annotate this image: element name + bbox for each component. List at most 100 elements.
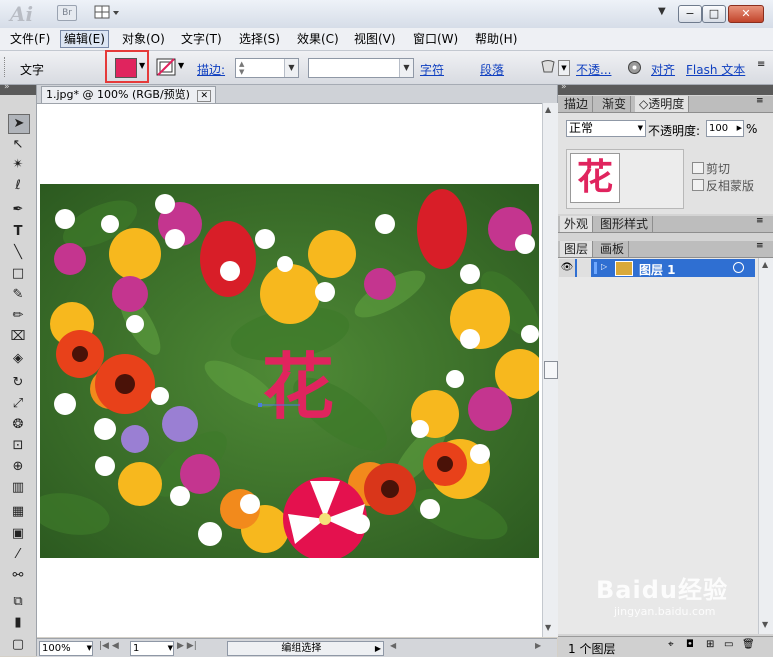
artboard-nav-next-last-icon[interactable]: ▶ ▶|	[177, 641, 197, 651]
document-tab[interactable]: 1.jpg* @ 100% (RGB/预览) ✕	[41, 86, 217, 103]
stroke-weight-select[interactable]: ▲ ▼ ▼	[235, 58, 299, 78]
menu-edit[interactable]: 编辑(E)	[60, 30, 109, 48]
close-document-icon[interactable]: ✕	[197, 90, 212, 102]
stroke-dropdown-icon[interactable]: ▼	[178, 61, 184, 70]
scroll-down-icon[interactable]: ▼	[545, 623, 551, 632]
tab-artboards[interactable]: 画板	[596, 241, 630, 257]
artboard-nav-first-prev-icon[interactable]: |◀ ◀	[99, 641, 119, 651]
tab-stroke[interactable]: 描边	[560, 96, 594, 112]
eraser-tool-icon[interactable]: ◈	[8, 350, 28, 368]
flower-artwork-image[interactable]: 花	[40, 184, 539, 558]
direct-selection-tool-icon[interactable]: ↖	[8, 136, 28, 154]
lock-toggle[interactable]	[577, 259, 591, 277]
gradient-tool-icon[interactable]: ▣	[8, 525, 28, 543]
stroke-label[interactable]: 描边:	[197, 61, 225, 78]
mask-thumbnail[interactable]: 花	[570, 153, 620, 203]
tab-layers[interactable]: 图层	[560, 241, 594, 257]
minimize-button[interactable]: −	[678, 5, 702, 23]
layer-row[interactable]: 👁 ▷ 图层 1	[559, 259, 755, 278]
paragraph-link[interactable]: 段落	[480, 61, 504, 78]
paintbrush-tool-icon[interactable]: ✎	[8, 286, 28, 304]
layer-name[interactable]: 图层 1	[639, 261, 676, 278]
tab-graphic-styles[interactable]: 图形样式	[596, 216, 654, 232]
panel-menu-icon[interactable]: ≡	[756, 96, 764, 106]
line-tool-icon[interactable]: ╲	[8, 244, 28, 262]
blend-mode-select[interactable]: 正常 ▼	[566, 120, 646, 137]
menu-object[interactable]: 对象(O)	[119, 31, 168, 47]
fill-color-swatch[interactable]	[115, 58, 137, 78]
control-bar-grip[interactable]	[4, 57, 8, 77]
menu-file[interactable]: 文件(F)	[7, 31, 53, 47]
blend-tool-icon[interactable]: ⚯	[8, 567, 28, 585]
menu-window[interactable]: 窗口(W)	[410, 31, 461, 47]
mesh-tool-icon[interactable]: ▦	[8, 503, 28, 521]
scrollbar-thumb[interactable]	[544, 361, 558, 379]
selection-tool-icon[interactable]: ➤	[8, 114, 30, 134]
blob-brush-tool-icon[interactable]: ⌧	[8, 328, 28, 346]
menu-select[interactable]: 选择(S)	[236, 31, 283, 47]
scroll-right-icon[interactable]: ▶	[535, 641, 541, 650]
graph-tool-icon[interactable]: ▥	[8, 479, 28, 497]
menu-view[interactable]: 视图(V)	[351, 31, 399, 47]
column-graph-tool-icon[interactable]: ▮	[8, 614, 28, 632]
scroll-left-icon[interactable]: ◀	[390, 641, 396, 650]
tab-appearance[interactable]: 外观	[560, 216, 594, 232]
character-link[interactable]: 字符	[420, 61, 444, 78]
workspace-switcher-icon[interactable]: ▼	[658, 6, 666, 17]
new-layer-icon[interactable]: ▭	[724, 639, 733, 650]
delete-layer-icon[interactable]: 🗑	[742, 639, 755, 650]
panel-menu-icon[interactable]: ≡	[756, 216, 764, 226]
tab-gradient[interactable]: 渐变	[598, 96, 632, 112]
lasso-tool-icon[interactable]: ℓ	[8, 177, 28, 195]
current-tool-status[interactable]: 编组选择 ▶	[227, 641, 384, 656]
scroll-down-icon[interactable]: ▼	[762, 620, 768, 629]
type-tool-icon[interactable]: T	[8, 223, 28, 241]
text-style-button[interactable]	[540, 59, 556, 75]
eyedropper-tool-icon[interactable]: ⁄	[8, 546, 28, 564]
vertical-scrollbar[interactable]: ▲ ▼	[542, 103, 558, 637]
collapse-tools-icon[interactable]: »	[4, 82, 10, 92]
new-sublayer-icon[interactable]: ⊞	[706, 639, 714, 650]
scale-tool-icon[interactable]: ⤢	[8, 395, 28, 413]
visibility-eye-icon[interactable]: 👁	[559, 259, 575, 277]
style-dropdown-icon[interactable]: ▼	[558, 60, 570, 76]
rectangle-tool-icon[interactable]: □	[8, 265, 28, 283]
expand-layer-icon[interactable]: ▷	[601, 262, 607, 271]
tab-transparency[interactable]: ◇透明度	[635, 96, 690, 112]
bridge-button[interactable]: Br	[57, 5, 77, 21]
menu-type[interactable]: 文字(T)	[178, 31, 225, 47]
shape-builder-tool-icon[interactable]: ⊕	[8, 458, 28, 476]
stroke-swatch[interactable]	[156, 58, 176, 79]
align-link[interactable]: 对齐	[651, 61, 675, 78]
rotate-tool-icon[interactable]: ↻	[8, 374, 28, 392]
invert-mask-checkbox[interactable]	[692, 179, 704, 191]
locate-object-icon[interactable]: ⌖	[668, 639, 674, 650]
zoom-select[interactable]: 100% ▼	[39, 641, 93, 656]
warp-tool-icon[interactable]: ❂	[8, 416, 28, 434]
stroke-weight-stepper-icon[interactable]: ▲ ▼	[239, 60, 244, 76]
layers-scrollbar[interactable]: ▲ ▼	[758, 258, 773, 634]
pink-flower-character[interactable]: 花	[262, 345, 334, 429]
collapse-panels-icon[interactable]: »	[561, 82, 567, 92]
pen-tool-icon[interactable]: ✒	[8, 201, 28, 219]
menu-help[interactable]: 帮助(H)	[472, 31, 520, 47]
panel-menu-icon[interactable]: ≡	[756, 241, 764, 251]
opacity-mask-preview[interactable]: 花	[566, 149, 684, 209]
menu-effect[interactable]: 效果(C)	[294, 31, 342, 47]
tools-panel-header[interactable]: »	[0, 82, 36, 95]
pencil-tool-icon[interactable]: ✏	[8, 307, 28, 325]
screen-mode-tool-icon[interactable]: ▢	[8, 636, 28, 654]
scroll-up-icon[interactable]: ▲	[545, 105, 551, 114]
close-window-button[interactable]: ✕	[728, 5, 764, 23]
control-bar-menu-icon[interactable]: ≡	[757, 59, 765, 70]
arrange-documents-button[interactable]	[94, 4, 122, 21]
magic-wand-tool-icon[interactable]: ✴	[8, 156, 28, 174]
opacity-input[interactable]: 100 ▶	[706, 120, 744, 137]
flash-text-link[interactable]: Flash 文本	[686, 61, 745, 78]
fill-dropdown-icon[interactable]: ▼	[139, 61, 145, 70]
clip-checkbox[interactable]	[692, 162, 704, 174]
panel-dock-header[interactable]: »	[558, 82, 773, 95]
layer-target-icon[interactable]	[733, 262, 744, 273]
scroll-up-icon[interactable]: ▲	[762, 260, 768, 269]
slice-tool-icon[interactable]: ⧉	[8, 593, 28, 611]
